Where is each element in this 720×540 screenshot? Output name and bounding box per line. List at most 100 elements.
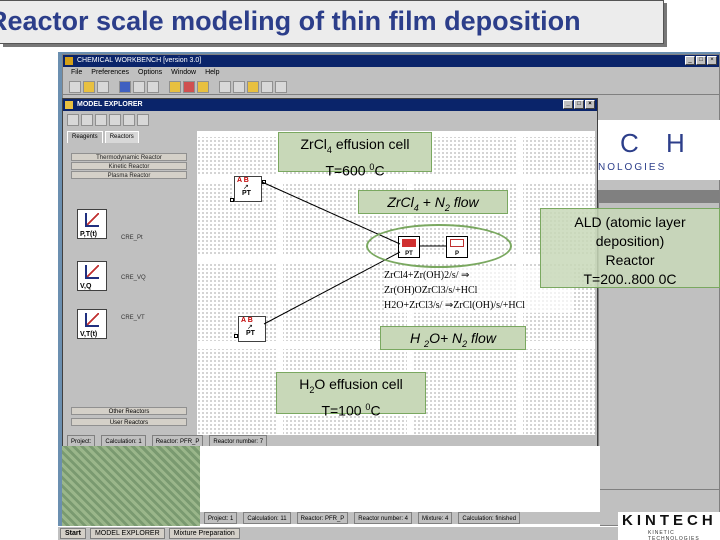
- app-icon: [65, 57, 73, 65]
- close-icon[interactable]: ×: [707, 56, 717, 65]
- logo-small-text: NOLOGIES: [598, 162, 667, 173]
- settings-icon[interactable]: [275, 80, 287, 93]
- palette-tabs: Reagents Reactors: [67, 131, 193, 143]
- minimize-icon[interactable]: _: [563, 100, 573, 109]
- maximize-icon[interactable]: □: [574, 100, 584, 109]
- cut-icon[interactable]: [133, 80, 145, 93]
- ald-line: Reactor: [605, 252, 655, 268]
- explorer-titlebar[interactable]: MODEL EXPLORER _ □ ×: [63, 99, 597, 111]
- highlight-ellipse: [366, 224, 512, 268]
- status-item: Mixture: 4: [418, 512, 453, 524]
- slide-title: Reactor scale modeling of thin film depo…: [0, 0, 664, 44]
- main-titlebar[interactable]: CHEMICAL WORKBENCH [version 3.0] _ □ ×: [63, 55, 719, 67]
- menu-preferences[interactable]: Preferences: [91, 67, 129, 79]
- open-icon[interactable]: [83, 80, 95, 93]
- status-item: Project: 1: [204, 512, 238, 524]
- menu-help[interactable]: Help: [205, 67, 219, 79]
- status-item: Calculation: 11: [243, 512, 291, 524]
- ald-reactor-callout: ALD (atomic layer deposition) Reactor T=…: [540, 208, 720, 288]
- reactor-name: CRE_Pt: [121, 235, 143, 241]
- close-icon[interactable]: ×: [585, 100, 595, 109]
- menu-file[interactable]: File: [71, 67, 82, 79]
- reactor-vt-icon[interactable]: V,T(t): [77, 309, 107, 339]
- background-texture-image: [62, 446, 200, 526]
- taskbar-item-model-explorer[interactable]: MODEL EXPLORER: [89, 528, 165, 539]
- explorer-title: MODEL EXPLORER: [77, 101, 143, 108]
- reactor-icon-label: P,T(t): [80, 231, 97, 238]
- run-icon[interactable]: [197, 80, 209, 93]
- tools-icon[interactable]: [261, 80, 273, 93]
- explorer-icon: [65, 101, 73, 109]
- explorer-toolbar: [63, 112, 597, 128]
- kintech-logo-subtext: KINETIC TECHNOLOGIES: [648, 530, 700, 540]
- zrcl4-flow-callout: ZrCl4 + N2 flow: [358, 190, 508, 214]
- zoom-out-icon[interactable]: [123, 114, 135, 126]
- node-outlet-pin[interactable]: [262, 180, 266, 184]
- kintech-logo: KINTECH KINETIC TECHNOLOGIES: [618, 512, 720, 540]
- list-item-kinetic[interactable]: Kinetic Reactor: [71, 162, 187, 170]
- tab-reagents[interactable]: Reagents: [67, 131, 103, 143]
- minimize-icon[interactable]: _: [685, 56, 695, 65]
- taskbar-item-mixture[interactable]: Mixture Preparation: [168, 528, 240, 539]
- kintech-logo-text: KINTECH: [622, 512, 717, 529]
- menu-window[interactable]: Window: [171, 67, 196, 79]
- chart-icon[interactable]: [233, 80, 245, 93]
- maximize-icon[interactable]: □: [696, 56, 706, 65]
- menubar: File Preferences Options Window Help: [63, 67, 719, 79]
- explorer-window-controls: _ □ ×: [563, 100, 595, 109]
- document-icon[interactable]: [219, 80, 231, 93]
- reactor-curve-icon: [85, 265, 99, 279]
- reactor-icon-label: V,T(t): [80, 331, 98, 338]
- ald-line: deposition): [595, 233, 665, 249]
- reactor-icon-label: V,Q: [80, 283, 92, 290]
- reactor-name: CRE_VQ: [121, 275, 146, 281]
- other-reactors-button[interactable]: Other Reactors: [71, 407, 187, 415]
- reactor-curve-icon: [85, 213, 99, 227]
- main-window-title: CHEMICAL WORKBENCH [version 3.0]: [77, 57, 202, 64]
- logo-big-text: C H: [620, 128, 695, 158]
- ald-line: T=200..800 0C: [583, 271, 677, 287]
- stop-icon[interactable]: [183, 80, 195, 93]
- folder-icon[interactable]: [169, 80, 181, 93]
- copy-icon[interactable]: [147, 80, 159, 93]
- window-controls: _ □ ×: [685, 56, 717, 65]
- reaction-line: H2O+ZrCl3/s/ ⇒ZrCl(OH)/s/+HCl: [384, 300, 526, 311]
- reactor-type-list: Thermodynamic Reactor Kinetic Reactor Pl…: [71, 153, 187, 180]
- side-dialog-titlebar[interactable]: [599, 191, 719, 203]
- h2o-flow-callout: H 2O+ N2 flow: [380, 326, 526, 350]
- list-item-plasma[interactable]: Plasma Reactor: [71, 171, 187, 179]
- reactor-vq-icon[interactable]: V,Q: [77, 261, 107, 291]
- node-pt-label: PT: [246, 330, 255, 337]
- table-icon[interactable]: [247, 80, 259, 93]
- main-toolbar: [63, 79, 719, 95]
- status-item: Calculation: finished: [458, 512, 521, 524]
- reactor-palette: Reagents Reactors Thermodynamic Reactor …: [67, 131, 193, 431]
- align-icon[interactable]: [95, 114, 107, 126]
- menu-options[interactable]: Options: [138, 67, 162, 79]
- kintech-background-logo: C H NOLOGIES: [598, 120, 720, 180]
- zoom-in-icon[interactable]: [109, 114, 121, 126]
- status-item: Reactor: PFR_P: [296, 512, 349, 524]
- node-inlet-pin[interactable]: [234, 334, 238, 338]
- zrcl4-source-node[interactable]: A B ↗ PT: [234, 176, 262, 202]
- reactor-pt-icon[interactable]: P,T(t): [77, 209, 107, 239]
- list-item-thermodynamic[interactable]: Thermodynamic Reactor: [71, 153, 187, 161]
- status-item: Reactor number: 4: [354, 512, 412, 524]
- node-pt-label: PT: [242, 190, 251, 197]
- save-icon[interactable]: [97, 80, 109, 93]
- print-icon[interactable]: [119, 80, 131, 93]
- pointer-icon[interactable]: [137, 114, 149, 126]
- reactor-curve-icon: [85, 313, 99, 327]
- node-inlet-pin[interactable]: [230, 198, 234, 202]
- h2o-source-node[interactable]: A B ↗ PT: [238, 316, 266, 342]
- start-button[interactable]: Start: [60, 528, 86, 539]
- reactor-name: CRE_VT: [121, 315, 145, 321]
- select-icon[interactable]: [67, 114, 79, 126]
- ald-line: ALD (atomic layer: [574, 214, 686, 230]
- h2o-cell-callout: H2O effusion cell T=100 0C: [276, 372, 426, 418]
- tab-reactors[interactable]: Reactors: [104, 131, 139, 143]
- grid-icon[interactable]: [81, 114, 93, 126]
- new-icon[interactable]: [69, 80, 81, 93]
- user-reactors-button[interactable]: User Reactors: [71, 418, 187, 426]
- zrcl4-cell-callout: ZrCl4 effusion cell T=600 0C: [278, 132, 432, 178]
